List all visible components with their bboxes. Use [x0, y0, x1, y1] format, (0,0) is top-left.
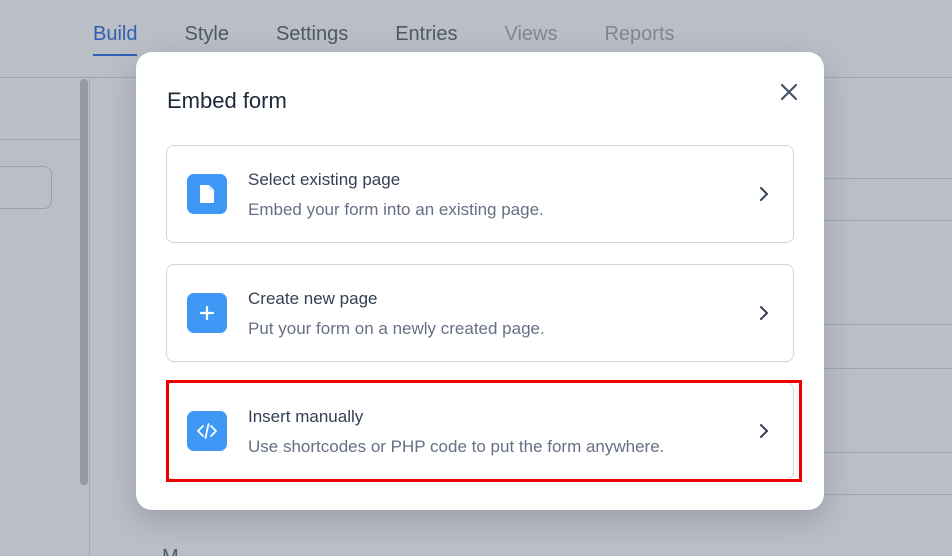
- option-title: Create new page: [248, 289, 378, 308]
- option-title: Insert manually: [248, 407, 364, 426]
- option-description: Embed your form into an existing page.: [248, 200, 544, 219]
- option-title: Select existing page: [248, 170, 401, 189]
- chevron-right-icon: [760, 306, 768, 320]
- option-description: Use shortcodes or PHP code to put the fo…: [248, 437, 665, 456]
- embed-form-dialog: Embed form Select existing page Embed yo…: [136, 52, 824, 510]
- chevron-right-icon: [760, 187, 768, 201]
- close-button[interactable]: [776, 79, 802, 105]
- select-existing-page-option[interactable]: Select existing page Embed your form int…: [166, 145, 794, 243]
- page-icon: [187, 174, 227, 214]
- close-icon: [780, 83, 798, 101]
- plus-icon: [187, 293, 227, 333]
- option-description: Put your form on a newly created page.: [248, 319, 545, 338]
- chevron-right-icon: [760, 424, 768, 438]
- insert-manually-option[interactable]: Insert manually Use shortcodes or PHP co…: [166, 382, 794, 480]
- dialog-title: Embed form: [167, 88, 287, 113]
- create-new-page-option[interactable]: Create new page Put your form on a newly…: [166, 264, 794, 362]
- code-icon: [187, 411, 227, 451]
